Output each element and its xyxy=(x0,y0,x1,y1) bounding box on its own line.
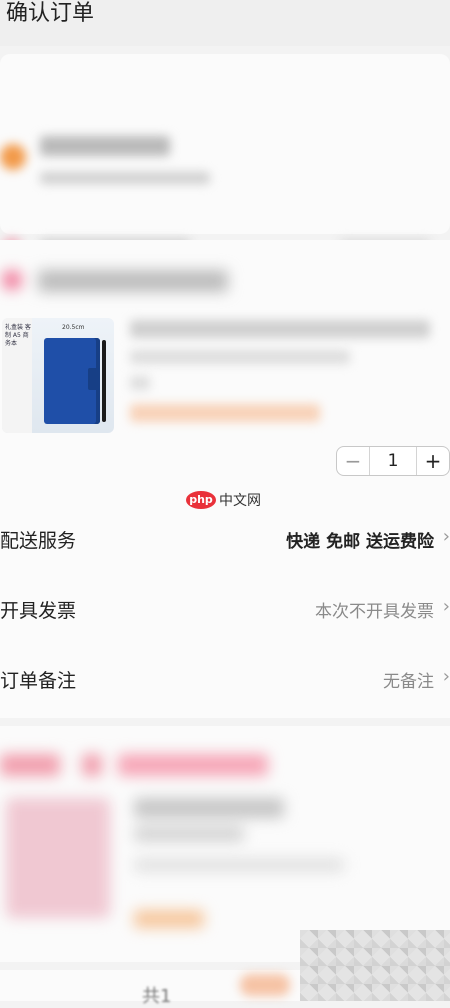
order-note-value: 无备注 xyxy=(383,672,434,692)
chevron-right-icon: › xyxy=(442,666,450,687)
invoice-label: 开具发票 xyxy=(0,600,77,622)
total-count: 共1 xyxy=(142,986,172,1007)
submit-order-button[interactable] xyxy=(240,974,290,996)
decrease-quantity-button[interactable]: − xyxy=(337,447,369,475)
address-card[interactable] xyxy=(0,54,450,258)
chevron-right-icon: › xyxy=(442,596,450,617)
product-promo-tag-redacted xyxy=(130,404,320,422)
watermark: php 中文网 xyxy=(186,490,261,510)
delivery-service-value: 快递 免邮 送运费险 xyxy=(286,532,434,552)
mosaic-redaction xyxy=(300,930,450,1001)
order-note-label: 订单备注 xyxy=(0,670,77,692)
recommendation-image[interactable] xyxy=(6,798,110,918)
watermark-text: 中文网 xyxy=(219,493,261,509)
invoice-row[interactable]: 开具发票 本次不开具发票 › xyxy=(0,588,450,628)
location-icon xyxy=(0,144,26,170)
invoice-value: 本次不开具发票 xyxy=(315,602,434,622)
php-logo: php xyxy=(186,491,216,509)
quantity-stepper[interactable]: − 1 + xyxy=(336,446,450,476)
page-header: 确认订单 xyxy=(0,0,450,46)
thumbnail-tag-text: 礼盒装 客制 A5 商务本 xyxy=(5,324,31,347)
recommendation-heading-redacted xyxy=(118,754,268,776)
address-detail-redacted xyxy=(40,172,210,184)
chevron-right-icon: › xyxy=(442,526,450,547)
delivery-service-label: 配送服务 xyxy=(0,530,77,552)
recommendation-title-redacted xyxy=(134,798,284,818)
pen-image xyxy=(102,340,106,422)
product-thumbnail[interactable]: 礼盒装 客制 A5 商务本 20.5cm xyxy=(2,318,114,433)
quantity-value[interactable]: 1 xyxy=(369,447,417,475)
increase-quantity-button[interactable]: + xyxy=(417,447,449,475)
delivery-service-row[interactable]: 配送服务 快递 免邮 送运费险 › xyxy=(0,518,450,558)
recommendation-price-redacted xyxy=(134,910,204,928)
shop-icon xyxy=(2,270,22,290)
recommendation-card[interactable] xyxy=(0,726,450,962)
address-name-redacted xyxy=(40,136,170,156)
product-spec-redacted xyxy=(130,350,350,364)
product-card: 礼盒装 客制 A5 商务本 20.5cm − 1 + php 中文网 配送服务 … xyxy=(0,240,450,718)
page-title: 确认订单 xyxy=(6,1,95,26)
shop-name-redacted[interactable] xyxy=(38,270,228,292)
thumbnail-dimension: 20.5cm xyxy=(62,324,85,331)
order-note-row[interactable]: 订单备注 无备注 › xyxy=(0,658,450,698)
product-title-redacted[interactable] xyxy=(130,320,430,338)
